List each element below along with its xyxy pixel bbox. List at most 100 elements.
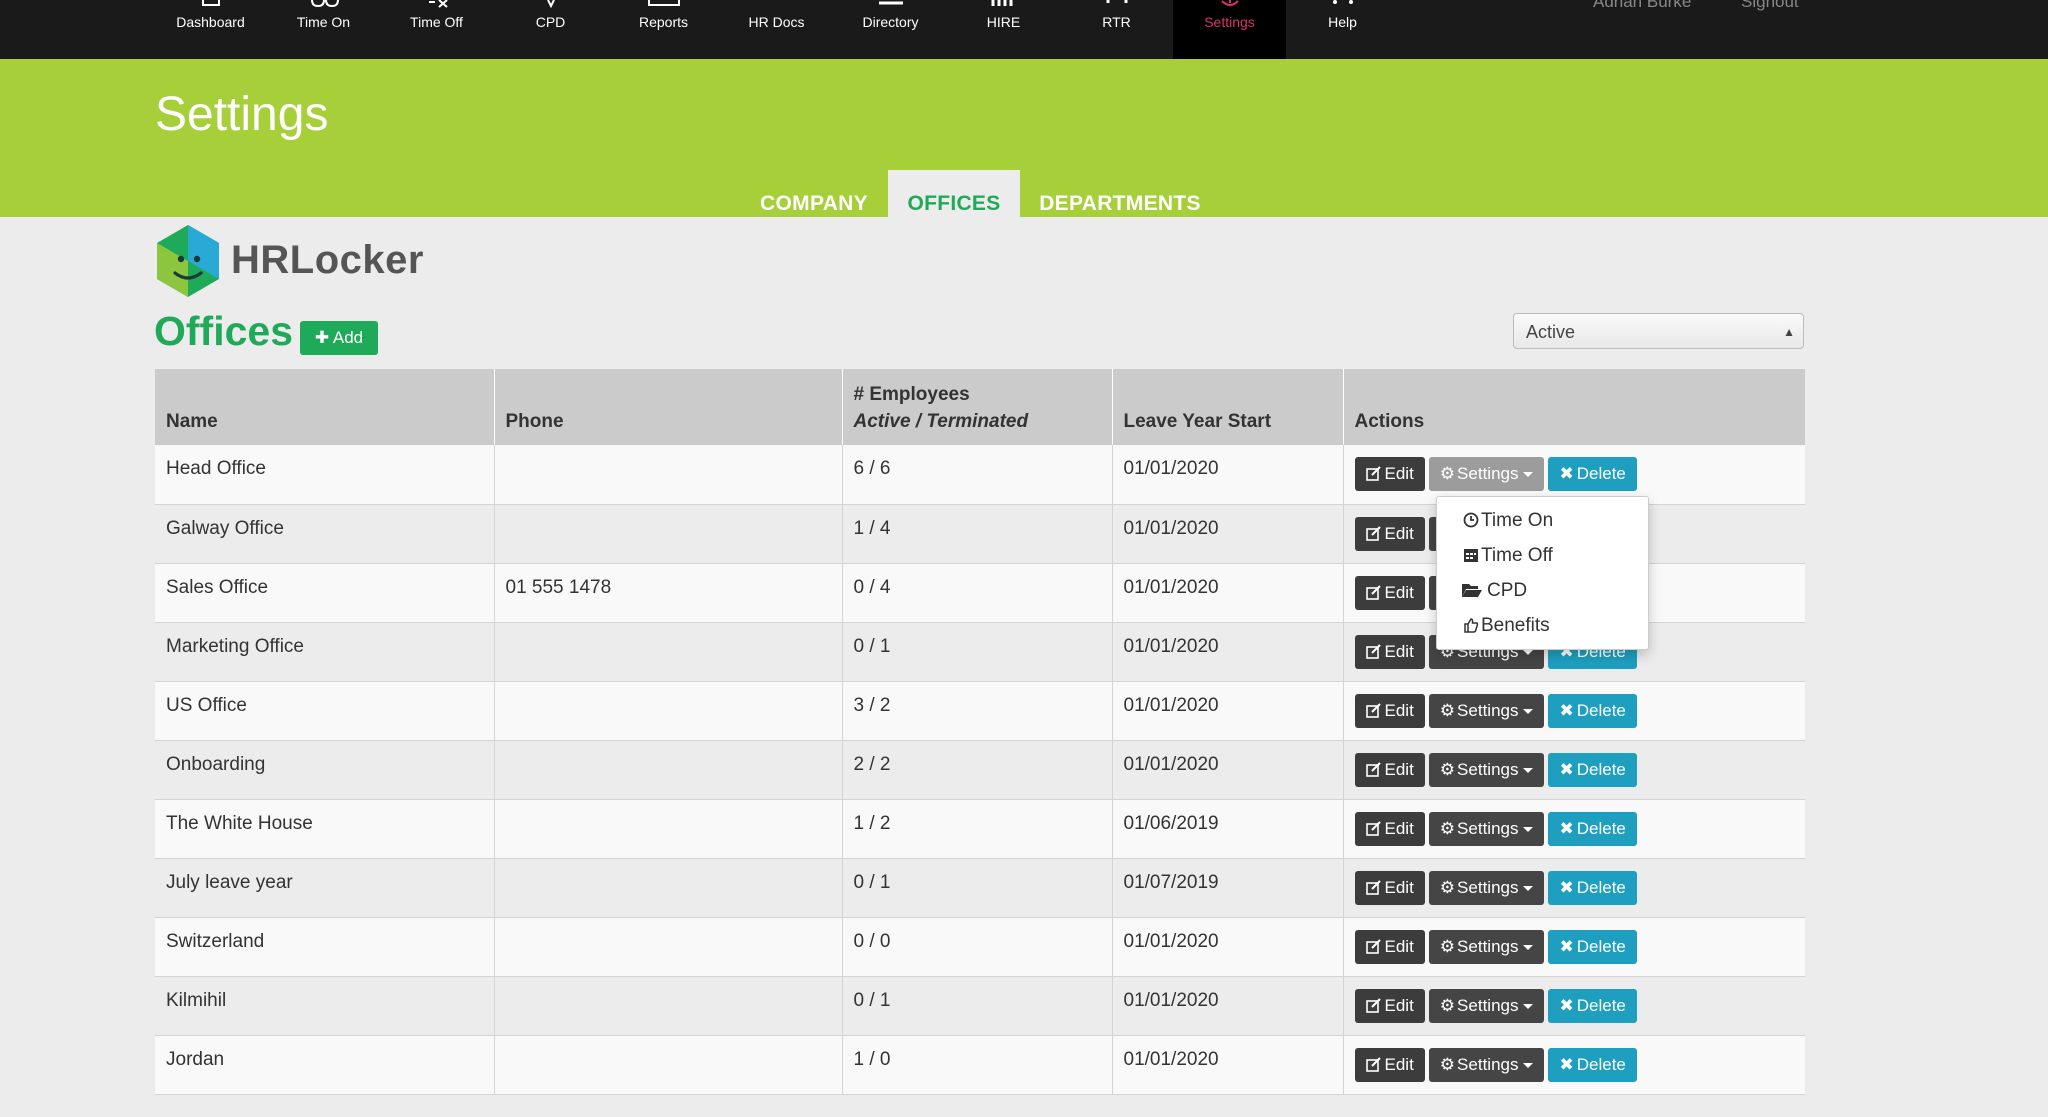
menu-item-cpd[interactable]: CPD [1462, 580, 1527, 602]
office-leave-year-start: 01/01/2020 [1112, 445, 1344, 505]
office-phone [494, 976, 843, 1036]
edit-button[interactable]: Edit [1354, 457, 1425, 491]
row-actions: Edit⚙Settings✖Delete [1343, 1035, 1805, 1095]
nav-hr-docs[interactable]: HR Docs [720, 0, 833, 59]
delete-button[interactable]: ✖Delete [1548, 870, 1637, 905]
brand-name: HRLocker [231, 238, 424, 282]
nav-hire[interactable]: HIRE [947, 0, 1060, 59]
office-phone [494, 445, 843, 505]
clock-icon [310, 0, 339, 8]
col-header-phone[interactable]: Phone [494, 369, 843, 445]
top-navigation: Dashboard Time On Time Off CPD Reports H… [0, 0, 2048, 59]
gear-icon: ⚙ [1439, 877, 1456, 897]
gear-icon: ⚙ [1439, 1054, 1456, 1074]
tab-departments[interactable]: DEPARTMENTS [1032, 170, 1208, 217]
edit-icon [1365, 702, 1381, 718]
settings-button[interactable]: ⚙Settings [1428, 752, 1545, 787]
edit-button[interactable]: Edit [1354, 575, 1425, 610]
delete-button[interactable]: ✖Delete [1548, 929, 1637, 964]
office-leave-year-start: 01/01/2020 [1112, 1035, 1344, 1095]
table-row: Switzerland 0 / 0 01/01/2020 Edit ⚙ Settings ✖… [155, 917, 1805, 977]
report-icon [647, 0, 680, 6]
office-phone [494, 1035, 843, 1095]
delete-button[interactable]: ✖Delete [1548, 457, 1637, 491]
edit-button[interactable]: Edit [1354, 929, 1425, 964]
delete-button[interactable]: ✖Delete [1548, 693, 1637, 728]
plane-icon [428, 0, 448, 8]
page-title: Settings [155, 88, 329, 141]
menu-item-benefits[interactable]: Benefits [1464, 615, 1550, 637]
settings-button[interactable]: ⚙Settings [1428, 929, 1545, 964]
nav-reports[interactable]: Reports [607, 0, 720, 59]
row-actions: Edit⚙Settings✖Delete [1343, 799, 1805, 859]
office-employee-count: 6 / 6 [842, 445, 1113, 505]
col-header-name[interactable]: Name [155, 369, 495, 445]
hire-icon [991, 0, 1012, 6]
menu-item-time-on[interactable]: Time On [1463, 510, 1553, 532]
col-header-employees[interactable]: # Employees Active / Terminated [842, 369, 1113, 445]
delete-button[interactable]: ✖Delete [1548, 1047, 1637, 1082]
offices-table: Name Phone # Employees Active / Terminat… [155, 369, 1805, 1095]
edit-icon [1365, 466, 1381, 481]
rtr-icon [1106, 0, 1127, 3]
status-filter-select[interactable]: Active ▲ [1513, 313, 1804, 349]
edit-button[interactable]: Edit [1354, 516, 1425, 551]
nav-cpd[interactable]: CPD [494, 0, 607, 59]
delete-button[interactable]: ✖Delete [1548, 988, 1637, 1023]
office-name: Sales Office [155, 563, 495, 623]
settings-button[interactable]: ⚙Settings [1428, 988, 1545, 1023]
col-header-leave-year[interactable]: Leave Year Start [1112, 369, 1344, 445]
tab-company[interactable]: COMPANY [752, 170, 876, 217]
add-office-button[interactable]: ✚ Add [300, 321, 378, 355]
office-phone [494, 799, 843, 859]
settings-button[interactable]: ⚙Settings [1428, 1047, 1545, 1082]
hrlocker-logo-icon [157, 225, 219, 297]
edit-button[interactable]: Edit [1354, 1047, 1425, 1082]
page-header: Settings COMPANY OFFICES DEPARTMENTS [0, 59, 2048, 217]
settings-button[interactable]: ⚙Settings [1428, 870, 1545, 905]
office-employee-count: 0 / 0 [842, 917, 1113, 977]
trophy-icon [546, 0, 555, 8]
settings-button[interactable]: ⚙Settings [1428, 693, 1545, 728]
tab-offices[interactable]: OFFICES [888, 170, 1020, 217]
edit-button[interactable]: Edit [1354, 870, 1425, 905]
office-leave-year-start: 01/06/2019 [1112, 799, 1344, 859]
close-icon: ✖ [1559, 1054, 1574, 1074]
nav-time-off[interactable]: Time Off [380, 0, 493, 59]
table-row: Kilmihil 0 / 1 01/01/2020 Edit ⚙ Settings ✖ Del… [155, 976, 1805, 1036]
nav-time-on[interactable]: Time On [267, 0, 380, 59]
nav-help[interactable]: Help [1286, 0, 1399, 59]
office-leave-year-start: 01/01/2020 [1112, 976, 1344, 1036]
edit-button[interactable]: Edit [1354, 693, 1425, 728]
folder-open-icon [1462, 584, 1482, 597]
close-icon: ✖ [1559, 759, 1574, 779]
user-name[interactable]: Adrian Burke [1593, 0, 1691, 12]
menu-item-time-off[interactable]: Time Off [1464, 545, 1553, 567]
clock-icon [1463, 512, 1479, 528]
edit-button[interactable]: Edit [1354, 634, 1425, 669]
edit-button[interactable]: Edit [1354, 811, 1425, 846]
nav-settings[interactable]: Settings [1173, 0, 1286, 59]
caret-down-icon [1523, 885, 1534, 891]
edit-button[interactable]: Edit [1354, 988, 1425, 1023]
office-phone: 01 555 1478 [494, 563, 843, 623]
delete-button[interactable]: ✖Delete [1548, 752, 1637, 787]
office-name: Head Office [155, 445, 495, 505]
settings-button[interactable]: ⚙Settings [1428, 811, 1545, 846]
caret-down-icon [1523, 472, 1534, 478]
gear-icon: ⚙ [1439, 995, 1456, 1015]
edit-icon [1365, 997, 1381, 1013]
nav-rtr[interactable]: RTR [1060, 0, 1173, 59]
table-row: US Office 3 / 2 01/01/2020 Edit ⚙ Settings ✖ De… [155, 681, 1805, 741]
edit-button[interactable]: Edit [1354, 752, 1425, 787]
nav-dashboard[interactable]: Dashboard [154, 0, 267, 59]
office-name: Marketing Office [155, 622, 495, 682]
nav-directory[interactable]: Directory [834, 0, 947, 59]
signout-link[interactable]: Signout [1741, 0, 1799, 12]
settings-button[interactable]: ⚙Settings [1428, 457, 1545, 491]
edit-icon [1365, 525, 1381, 541]
select-arrows-icon: ▲ [1783, 325, 1795, 339]
delete-button[interactable]: ✖Delete [1548, 811, 1637, 846]
row-actions: Edit⚙Settings✖Delete [1343, 681, 1805, 741]
table-header-row: Name Phone # Employees Active / Terminat… [155, 369, 1805, 445]
